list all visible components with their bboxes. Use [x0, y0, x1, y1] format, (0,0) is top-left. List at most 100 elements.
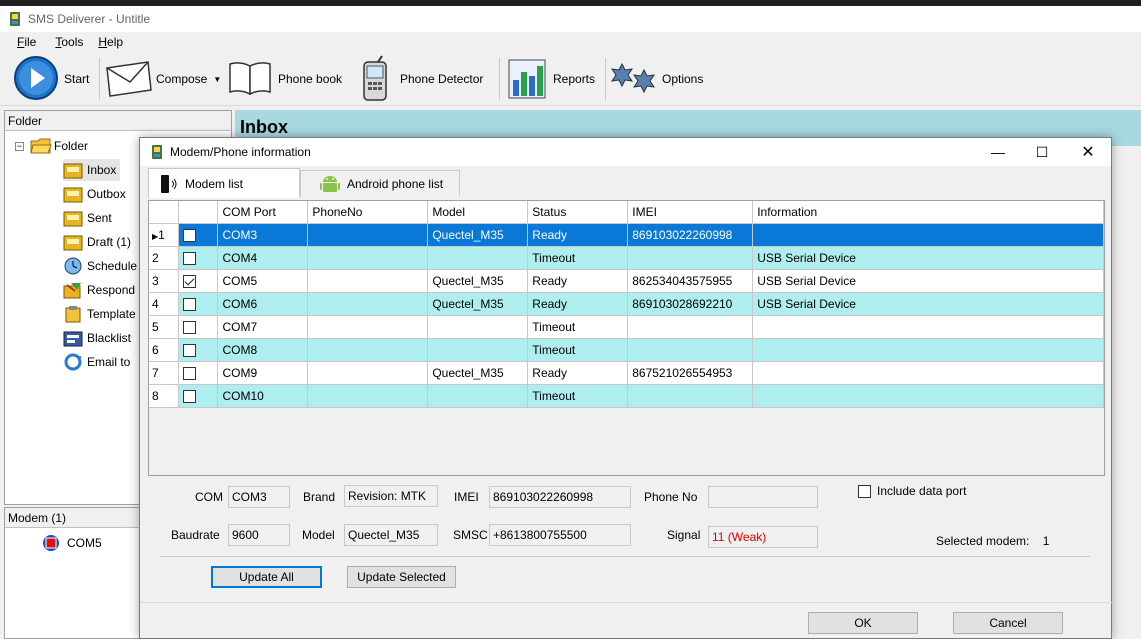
row-number[interactable]: ▶1 — [149, 223, 180, 247]
table-row[interactable]: 6 COM8 Timeout — [149, 338, 1104, 362]
cell-model[interactable] — [427, 338, 529, 362]
header-com-port[interactable]: COM Port — [217, 201, 309, 224]
phone-detector-button[interactable]: Phone Detector — [356, 52, 483, 106]
cell-com-port[interactable]: COM3 — [217, 223, 309, 247]
cell-model[interactable] — [427, 384, 529, 408]
table-row[interactable]: 4 COM6 Quectel_M35 Ready 869103028692210 USB … — [149, 292, 1104, 316]
baudrate-field[interactable]: 9600 — [228, 524, 290, 546]
update-selected-button[interactable]: Update Selected — [347, 566, 456, 588]
row-checkbox-cell[interactable] — [178, 292, 219, 316]
row-number[interactable]: 8 — [149, 384, 180, 408]
row-checkbox[interactable] — [183, 251, 197, 265]
header-status[interactable]: Status — [527, 201, 629, 224]
table-row[interactable]: 8 COM10 Timeout — [149, 384, 1104, 408]
cell-model[interactable]: Quectel_M35 — [427, 361, 529, 385]
tree-item-schedule[interactable]: Schedule — [63, 255, 137, 277]
cell-model[interactable]: Quectel_M35 — [427, 223, 529, 247]
row-number[interactable]: 3 — [149, 269, 180, 293]
header-information[interactable]: Information — [752, 201, 1104, 224]
row-number[interactable]: 5 — [149, 315, 180, 339]
row-checkbox[interactable] — [183, 297, 197, 311]
cell-imei[interactable]: 867521026554953 — [627, 361, 754, 385]
cell-information[interactable] — [752, 315, 1104, 339]
start-button[interactable]: Start — [12, 52, 89, 106]
row-checkbox[interactable] — [183, 389, 197, 403]
cell-information[interactable]: USB Serial Device — [752, 292, 1104, 316]
tree-root[interactable]: − Folder — [15, 135, 88, 157]
tree-item-inbox[interactable]: Inbox — [63, 159, 121, 181]
cell-com-port[interactable]: COM7 — [217, 315, 309, 339]
row-checkbox-cell[interactable] — [178, 338, 219, 362]
row-number[interactable]: 6 — [149, 338, 180, 362]
cell-information[interactable] — [752, 384, 1104, 408]
compose-button[interactable]: Compose ▼ — [104, 52, 221, 106]
reports-button[interactable]: Reports — [505, 52, 595, 106]
com-field[interactable]: COM3 — [228, 486, 290, 508]
cell-imei[interactable] — [627, 384, 754, 408]
cell-model[interactable] — [427, 315, 529, 339]
cell-phone-no[interactable] — [307, 361, 429, 385]
cell-imei[interactable] — [627, 246, 754, 270]
include-data-port-box[interactable] — [858, 484, 871, 498]
options-button[interactable]: Options — [610, 52, 703, 106]
cell-imei[interactable] — [627, 338, 754, 362]
row-number[interactable]: 2 — [149, 246, 180, 270]
row-checkbox-cell[interactable] — [178, 223, 219, 247]
cell-phone-no[interactable] — [307, 292, 429, 316]
row-checkbox[interactable] — [183, 274, 197, 288]
cell-model[interactable]: Quectel_M35 — [427, 269, 529, 293]
collapse-icon[interactable]: − — [15, 141, 24, 151]
cell-status[interactable]: Timeout — [527, 384, 629, 408]
cell-com-port[interactable]: COM6 — [217, 292, 309, 316]
row-checkbox-cell[interactable] — [178, 315, 219, 339]
cell-status[interactable]: Ready — [527, 223, 629, 247]
tree-item-respond[interactable]: Respond — [63, 279, 135, 301]
cell-imei[interactable]: 862534043575955 — [627, 269, 754, 293]
signal-field[interactable]: 11 (Weak) — [708, 526, 818, 548]
tree-item-email-to[interactable]: Email to — [63, 351, 130, 373]
table-row[interactable]: 5 COM7 Timeout — [149, 315, 1104, 339]
cell-phone-no[interactable] — [307, 223, 429, 247]
ok-button[interactable]: OK — [808, 612, 918, 634]
tree-item-sent[interactable]: Sent — [63, 207, 112, 229]
table-row[interactable]: 2 COM4 Timeout USB Serial Device — [149, 246, 1104, 270]
smsc-field[interactable]: +8613800755500 — [489, 524, 631, 546]
row-checkbox[interactable] — [183, 343, 197, 357]
cell-imei[interactable]: 869103028692210 — [627, 292, 754, 316]
cell-status[interactable]: Timeout — [527, 315, 629, 339]
cell-model[interactable] — [427, 246, 529, 270]
tab-modem-list[interactable]: Modem list — [148, 168, 300, 198]
cell-phone-no[interactable] — [307, 315, 429, 339]
cell-status[interactable]: Timeout — [527, 338, 629, 362]
model-field[interactable]: Quectel_M35 — [344, 524, 438, 546]
cell-com-port[interactable]: COM10 — [217, 384, 309, 408]
cell-imei[interactable]: 869103022260998 — [627, 223, 754, 247]
row-number[interactable]: 7 — [149, 361, 180, 385]
header-model[interactable]: Model — [427, 201, 529, 224]
cell-status[interactable]: Timeout — [527, 246, 629, 270]
cell-phone-no[interactable] — [307, 246, 429, 270]
table-row[interactable]: ▶1 COM3 Quectel_M35 Ready 869103022260998 — [149, 223, 1104, 247]
row-checkbox[interactable] — [183, 366, 197, 380]
row-checkbox-cell[interactable] — [178, 246, 219, 270]
row-checkbox-cell[interactable] — [178, 269, 219, 293]
minimize-button[interactable]: — — [975, 138, 1021, 166]
cell-com-port[interactable]: COM5 — [217, 269, 309, 293]
cell-status[interactable]: Ready — [527, 292, 629, 316]
row-checkbox-cell[interactable] — [178, 384, 219, 408]
row-checkbox[interactable] — [183, 228, 197, 242]
menu-tools[interactable]: Tools — [55, 35, 83, 49]
phonebook-button[interactable]: Phone book — [226, 52, 342, 106]
cell-information[interactable]: USB Serial Device — [752, 246, 1104, 270]
cell-status[interactable]: Ready — [527, 269, 629, 293]
table-row[interactable]: 3 COM5 Quectel_M35 Ready 862534043575955 USB … — [149, 269, 1104, 293]
cancel-button[interactable]: Cancel — [953, 612, 1063, 634]
tab-android-phone-list[interactable]: Android phone list — [300, 170, 460, 196]
close-button[interactable]: ✕ — [1065, 138, 1111, 166]
tree-item-blacklist[interactable]: Blacklist — [63, 327, 131, 349]
menu-file[interactable]: File — [17, 35, 36, 49]
cell-information[interactable]: USB Serial Device — [752, 269, 1104, 293]
cell-com-port[interactable]: COM9 — [217, 361, 309, 385]
header-imei[interactable]: IMEI — [627, 201, 754, 224]
cell-status[interactable]: Ready — [527, 361, 629, 385]
